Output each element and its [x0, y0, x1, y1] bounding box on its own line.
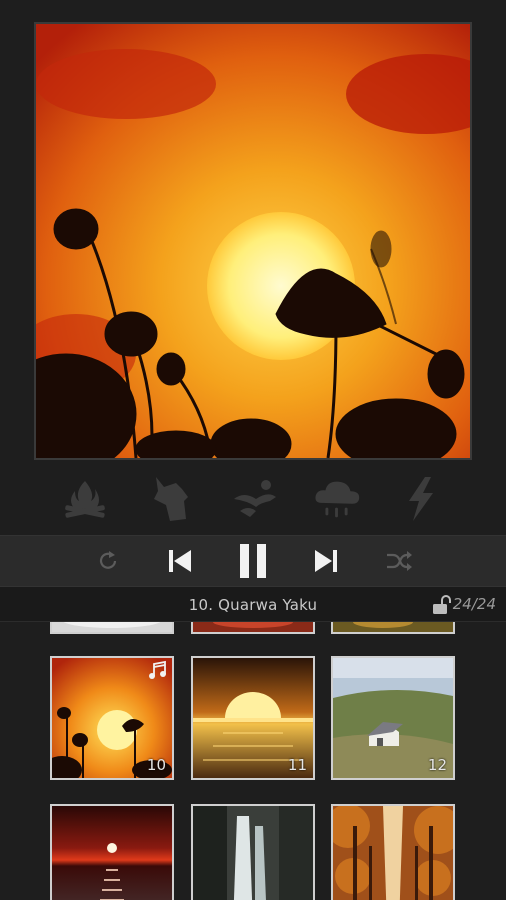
repeat-icon[interactable]: [86, 542, 130, 580]
scene-number: 12: [427, 756, 447, 774]
unlock-icon[interactable]: [432, 595, 452, 615]
scene-thumbnail-10[interactable]: 10: [50, 656, 174, 780]
rain-cloud-icon[interactable]: [312, 474, 362, 524]
ambient-sound-bar: [0, 468, 506, 528]
scene-number: 10: [146, 756, 166, 774]
pause-icon[interactable]: [231, 542, 275, 580]
scene-thumbnail-14[interactable]: [191, 804, 315, 900]
next-icon[interactable]: [304, 542, 348, 580]
scene-thumbnail[interactable]: [191, 622, 315, 634]
previous-icon[interactable]: [158, 542, 202, 580]
scene-thumbnail-13[interactable]: [50, 804, 174, 900]
campfire-icon[interactable]: [60, 474, 110, 524]
shuffle-icon[interactable]: [377, 542, 421, 580]
album-artwork: [34, 22, 472, 460]
track-count: 24/24: [452, 595, 496, 613]
scene-grid: 10 11 12: [0, 622, 506, 900]
lightning-icon[interactable]: [396, 474, 446, 524]
scene-thumbnail-15[interactable]: [331, 804, 455, 900]
music-note-icon: [146, 660, 168, 682]
scene-thumbnail-12[interactable]: 12: [331, 656, 455, 780]
scene-number: 11: [287, 756, 307, 774]
birds-icon[interactable]: [230, 474, 280, 524]
scene-thumbnail-11[interactable]: 11: [191, 656, 315, 780]
scene-thumbnail[interactable]: [331, 622, 455, 634]
now-playing-bar: 10. Quarwa Yaku 24/24: [0, 587, 506, 622]
track-title: 10. Quarwa Yaku: [188, 596, 318, 614]
scene-thumbnail[interactable]: [50, 622, 174, 634]
playback-controls: [0, 535, 506, 587]
wolf-icon[interactable]: [145, 474, 195, 524]
